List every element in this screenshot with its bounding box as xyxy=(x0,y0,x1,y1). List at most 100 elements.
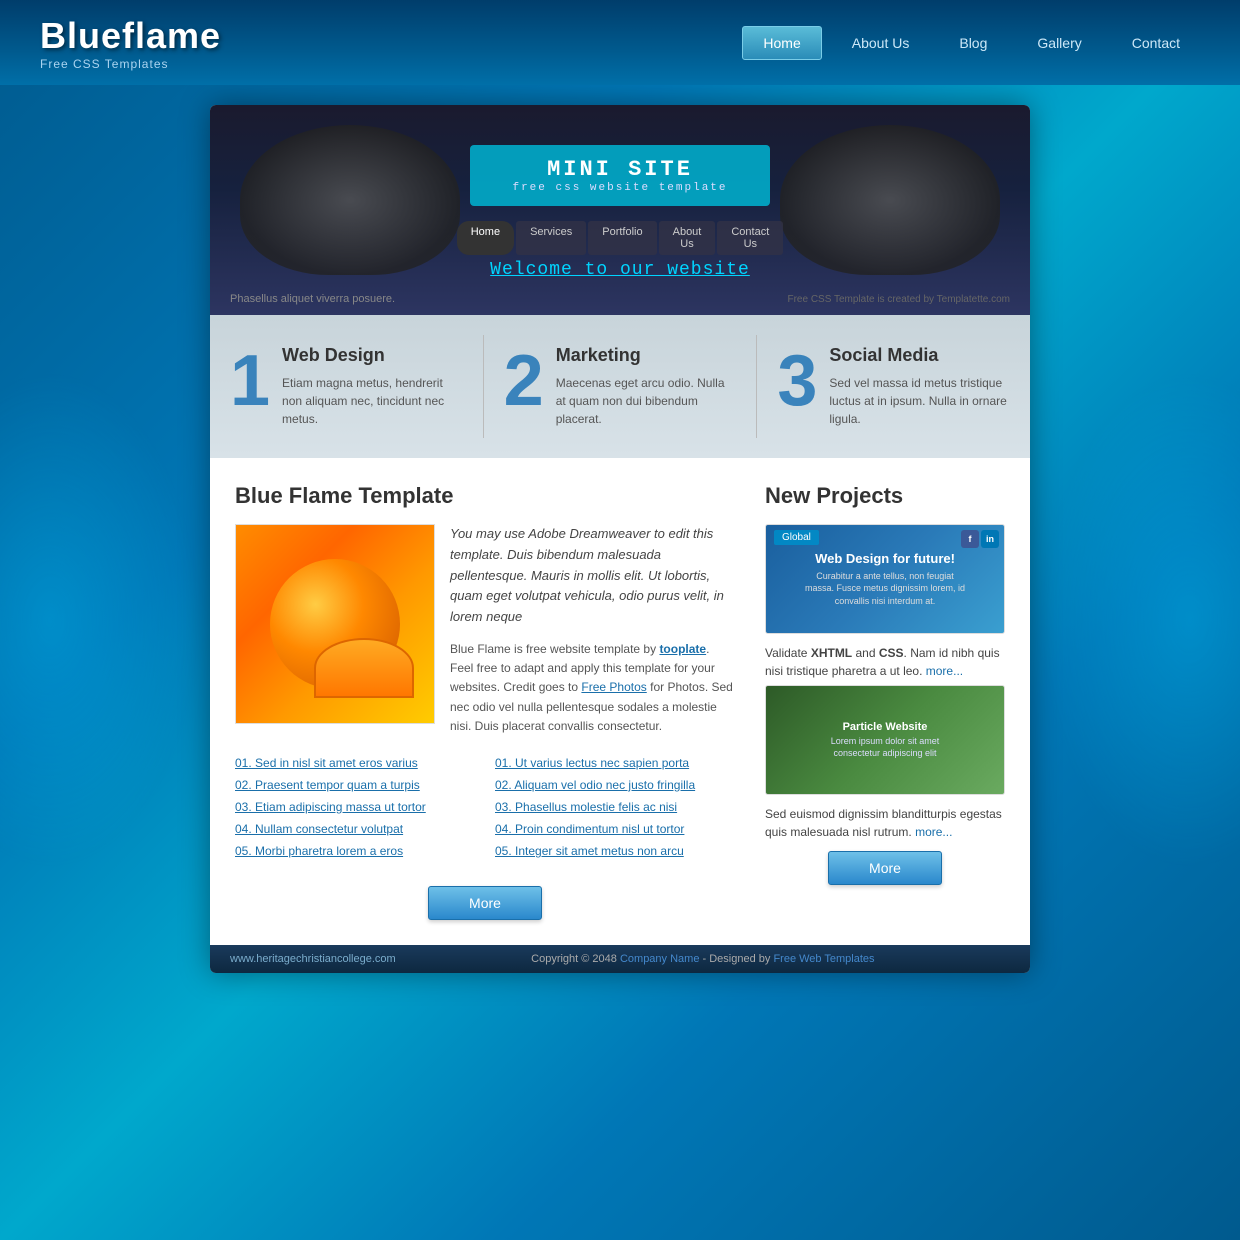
designed-text: - Designed by xyxy=(699,953,773,965)
list-link-l3[interactable]: 03. Etiam adipiscing massa ut tortor xyxy=(235,800,426,814)
orange-fruit-half xyxy=(314,638,414,698)
css-text: CSS xyxy=(879,646,904,660)
nav-contact[interactable]: Contact xyxy=(1112,27,1200,59)
tooplate-link[interactable]: tooplate xyxy=(659,642,706,656)
project1-label: Global xyxy=(774,530,819,545)
list-link-r3[interactable]: 03. Phasellus molestie felis ac nisi xyxy=(495,800,677,814)
hero-nav-about[interactable]: About Us xyxy=(659,221,716,255)
feature-2-title: Marketing xyxy=(556,345,737,366)
feature-3-content: Social Media Sed vel massa id metus tris… xyxy=(829,345,1010,428)
right-more-button[interactable]: More xyxy=(828,851,942,885)
content-area: Blue Flame Template You may use Adobe Dr… xyxy=(210,458,1030,945)
feature-2-content: Marketing Maecenas eget arcu odio. Nulla… xyxy=(556,345,737,428)
hero-bottom-right: Free CSS Template is created by Template… xyxy=(787,294,1010,305)
logo-subtitle: Free CSS Templates xyxy=(40,57,221,71)
feature-1-desc: Etiam magna metus, hendrerit non aliquam… xyxy=(282,374,463,428)
project1-social-icons: f in xyxy=(961,530,999,548)
article-normal-para: Blue Flame is free website template by t… xyxy=(450,640,735,736)
hero-nav-portfolio[interactable]: Portfolio xyxy=(588,221,656,255)
list-link-l2[interactable]: 02. Praesent tempor quam a turpis xyxy=(235,778,420,792)
project2-content: Particle Website Lorem ipsum dolor sit a… xyxy=(826,716,945,764)
nav-home[interactable]: Home xyxy=(742,26,821,60)
feature-1-number: 1 xyxy=(230,345,270,417)
lists-row: 01. Sed in nisl sit amet eros varius 02.… xyxy=(235,756,735,866)
list-link-l5[interactable]: 05. Morbi pharetra lorem a eros xyxy=(235,844,403,858)
feature-3-title: Social Media xyxy=(829,345,1010,366)
list-link-r5[interactable]: 05. Integer sit amet metus non arcu xyxy=(495,844,684,858)
hero-nav-contact[interactable]: Contact Us xyxy=(717,221,783,255)
list-item-l3: 03. Etiam adipiscing massa ut tortor xyxy=(235,800,475,814)
list-link-r4[interactable]: 04. Proin condimentum nisl ut tortor xyxy=(495,822,684,836)
glow-right xyxy=(1040,370,1240,870)
right-more-btn-container: More xyxy=(765,851,1005,885)
hero-nav: Home Services Portfolio About Us Contact… xyxy=(470,221,770,255)
footer-website: www.heritagechristiancollege.com xyxy=(230,953,396,965)
project1-desc: Validate XHTML and CSS. Nam id nibh quis… xyxy=(765,644,1005,680)
footer: www.heritagechristiancollege.com Copyrig… xyxy=(210,945,1030,973)
list-right: 01. Ut varius lectus nec sapien porta 02… xyxy=(495,756,735,866)
project2-text: Sed euismod dignissim blanditturpis eges… xyxy=(765,807,1002,839)
nav-about[interactable]: About Us xyxy=(832,27,930,59)
list-link-l4[interactable]: 04. Nullam consectetur volutpat xyxy=(235,822,403,836)
list-item-r2: 02. Aliquam vel odio nec justo fringilla xyxy=(495,778,735,792)
feature-webdesign: 1 Web Design Etiam magna metus, hendreri… xyxy=(210,335,484,438)
article-content: You may use Adobe Dreamweaver to edit th… xyxy=(235,524,735,736)
project1-headline: Web Design for future! xyxy=(805,551,965,566)
list-item-l2: 02. Praesent tempor quam a turpis xyxy=(235,778,475,792)
feature-3-number: 3 xyxy=(777,345,817,417)
right-section-title: New Projects xyxy=(765,483,1005,509)
nav-gallery[interactable]: Gallery xyxy=(1017,27,1101,59)
feature-1-title: Web Design xyxy=(282,345,463,366)
italic-text: You may use Adobe Dreamweaver to edit th… xyxy=(450,526,724,624)
project2-subtext: Lorem ipsum dolor sit ametconsectetur ad… xyxy=(831,736,940,759)
feature-3-desc: Sed vel massa id metus tristique luctus … xyxy=(829,374,1010,428)
orange-image xyxy=(235,524,435,724)
hero-box: MINI SITE free css website template xyxy=(470,145,770,206)
linkedin-icon: in xyxy=(981,530,999,548)
left-column: Blue Flame Template You may use Adobe Dr… xyxy=(235,483,735,920)
feature-2-desc: Maecenas eget arcu odio. Nulla at quam n… xyxy=(556,374,737,428)
xhtml-text: XHTML xyxy=(811,646,852,660)
features-section: 1 Web Design Etiam magna metus, hendreri… xyxy=(210,315,1030,458)
list-item-r5: 05. Integer sit amet metus non arcu xyxy=(495,844,735,858)
list-item-r1: 01. Ut varius lectus nec sapien porta xyxy=(495,756,735,770)
hero-center: MINI SITE free css website template Home… xyxy=(470,145,770,255)
hero-subtitle: free css website template xyxy=(490,182,750,194)
hero-nav-services[interactable]: Services xyxy=(516,221,586,255)
project1-more-link[interactable]: more... xyxy=(926,664,963,678)
logo-title: Blueflame xyxy=(40,15,221,57)
list-item-l4: 04. Nullam consectetur volutpat xyxy=(235,822,475,836)
project1-image: Global f in Web Design for future! Curab… xyxy=(765,524,1005,634)
article-italic-para: You may use Adobe Dreamweaver to edit th… xyxy=(450,524,735,628)
list-item-r4: 04. Proin condimentum nisl ut tortor xyxy=(495,822,735,836)
free-photos-link[interactable]: Free Photos xyxy=(581,680,646,694)
company-link[interactable]: Company Name xyxy=(620,953,699,965)
list-link-r2[interactable]: 02. Aliquam vel odio nec justo fringilla xyxy=(495,778,695,792)
list-item-l1: 01. Sed in nisl sit amet eros varius xyxy=(235,756,475,770)
left-more-button[interactable]: More xyxy=(428,886,542,920)
list-link-r1[interactable]: 01. Ut varius lectus nec sapien porta xyxy=(495,756,689,770)
nav-blog[interactable]: Blog xyxy=(939,27,1007,59)
designer-link[interactable]: Free Web Templates xyxy=(773,953,874,965)
facebook-icon: f xyxy=(961,530,979,548)
list-item-l5: 05. Morbi pharetra lorem a eros xyxy=(235,844,475,858)
logo: Blueflame Free CSS Templates xyxy=(40,15,221,71)
feature-social: 3 Social Media Sed vel massa id metus tr… xyxy=(757,335,1030,438)
more-btn-left-container: More xyxy=(235,886,735,920)
normal-text-1: Blue Flame is free website template by xyxy=(450,642,659,656)
project2-more-link[interactable]: more... xyxy=(915,825,952,839)
left-section-title: Blue Flame Template xyxy=(235,483,735,509)
hero-nav-home[interactable]: Home xyxy=(457,221,514,255)
copyright-text: Copyright © 2048 xyxy=(531,953,620,965)
hero-car-right xyxy=(780,125,1000,275)
hero-car-left xyxy=(240,125,460,275)
glow-left xyxy=(0,370,200,870)
hero-welcome: Welcome to our website xyxy=(490,260,750,280)
hero-bottom-text: Phasellus aliquet viverra posuere. xyxy=(230,293,395,305)
list-link-l1[interactable]: 01. Sed in nisl sit amet eros varius xyxy=(235,756,418,770)
hero-banner: MINI SITE free css website template Home… xyxy=(210,105,1030,315)
list-left: 01. Sed in nisl sit amet eros varius 02.… xyxy=(235,756,475,866)
footer-copyright: Copyright © 2048 Company Name - Designed… xyxy=(396,953,1010,965)
project2-image: Particle Website Lorem ipsum dolor sit a… xyxy=(765,685,1005,795)
right-column: New Projects Global f in Web Design for … xyxy=(765,483,1005,920)
